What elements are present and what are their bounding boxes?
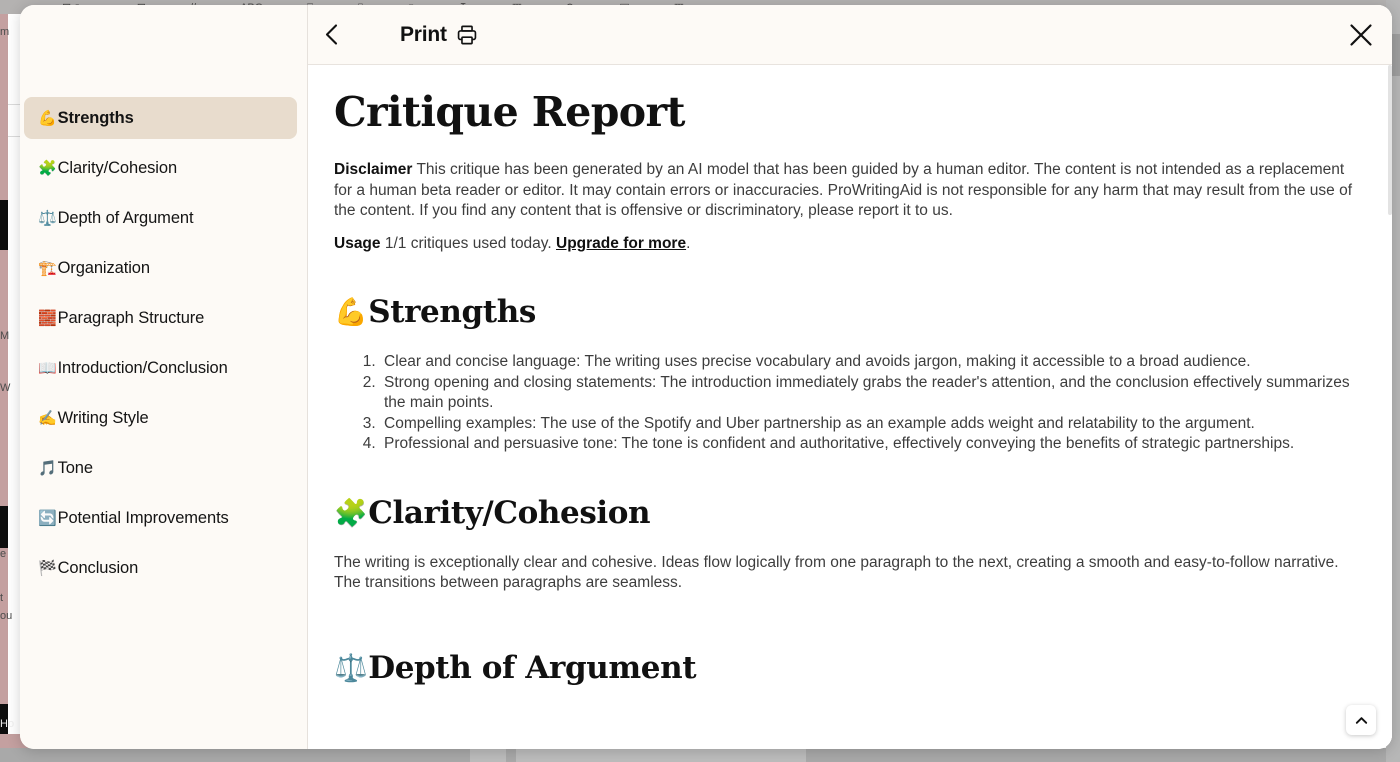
sidebar-item-potential-improvements[interactable]: 🔄Potential Improvements	[24, 497, 297, 539]
sidebar-item-conclusion[interactable]: 🏁Conclusion	[24, 547, 297, 589]
disclaimer-label: Disclaimer	[334, 161, 413, 179]
section-heading-label: Strengths	[368, 294, 536, 331]
background-side-label: W	[0, 382, 11, 394]
critique-report-document: Critique Report Disclaimer This critique…	[308, 65, 1392, 726]
sidebar-item-label: Tone	[57, 459, 93, 477]
critique-report-modal: 💪Strengths 🧩Clarity/Cohesion ⚖️Depth of …	[20, 5, 1392, 749]
sidebar-item-label: Potential Improvements	[57, 509, 229, 527]
usage-paragraph: Usage 1/1 critiques used today. Upgrade …	[334, 234, 1354, 255]
background-side-label: e	[0, 548, 7, 560]
critique-section-sidebar: 💪Strengths 🧩Clarity/Cohesion ⚖️Depth of …	[20, 5, 308, 749]
balance-scale-icon: ⚖️	[334, 652, 368, 684]
balance-scale-icon: ⚖️	[38, 209, 57, 227]
brick-icon: 🧱	[38, 309, 57, 327]
sidebar-item-label: Paragraph Structure	[57, 309, 205, 327]
section-heading-label: Clarity/Cohesion	[368, 494, 651, 531]
section-heading-depth-of-argument: ⚖️ Depth of Argument	[334, 650, 1354, 686]
sidebar-item-organization[interactable]: 🏗️Organization	[24, 247, 297, 289]
muscle-icon: 💪	[334, 297, 368, 329]
close-button[interactable]	[1344, 18, 1378, 52]
upgrade-link[interactable]: Upgrade for more	[556, 235, 686, 252]
sidebar-item-label: Depth of Argument	[57, 209, 194, 227]
background-side-label: ou	[0, 610, 13, 622]
writing-hand-icon: ✍️	[38, 409, 57, 427]
strengths-list: Clear and concise language: The writing …	[380, 352, 1354, 455]
sidebar-item-label: Strengths	[57, 109, 134, 127]
usage-label: Usage	[334, 234, 381, 252]
sidebar-item-paragraph-structure[interactable]: 🧱Paragraph Structure	[24, 297, 297, 339]
sidebar-item-clarity-cohesion[interactable]: 🧩Clarity/Cohesion	[24, 147, 297, 189]
refresh-icon: 🔄	[38, 509, 57, 527]
background-status-bar	[0, 748, 1400, 762]
document-scrollbar[interactable]	[1388, 65, 1392, 749]
chequered-flag-icon: 🏁	[38, 559, 57, 577]
scroll-to-top-button[interactable]	[1346, 705, 1376, 735]
background-side-label: t	[0, 592, 4, 604]
page-title: Print	[400, 22, 447, 46]
clarity-cohesion-body: The writing is exceptionally clear and c…	[334, 553, 1339, 592]
disclaimer-paragraph: Disclaimer This critique has been genera…	[334, 160, 1354, 222]
background-side-label: Ho	[0, 718, 15, 730]
sidebar-item-introduction-conclusion[interactable]: 📖Introduction/Conclusion	[24, 347, 297, 389]
puzzle-piece-icon: 🧩	[334, 497, 368, 529]
sidebar-item-writing-style[interactable]: ✍️Writing Style	[24, 397, 297, 439]
sidebar-item-tone[interactable]: 🎵Tone	[24, 447, 297, 489]
crane-icon: 🏗️	[38, 259, 57, 277]
sidebar-item-label: Clarity/Cohesion	[57, 159, 178, 177]
disclaimer-text: This critique has been generated by an A…	[334, 161, 1353, 220]
sidebar-item-label: Introduction/Conclusion	[57, 359, 228, 377]
sidebar-item-label: Writing Style	[57, 409, 149, 427]
section-heading-clarity-cohesion: 🧩 Clarity/Cohesion	[334, 495, 1354, 531]
document-scrollbar-thumb[interactable]	[1388, 65, 1392, 215]
modal-content-pane: Print Critique Report Disclaimer This cr…	[308, 5, 1392, 749]
document-scroll-area[interactable]: Critique Report Disclaimer This critique…	[308, 65, 1392, 749]
section-heading-label: Depth of Argument	[368, 649, 697, 686]
section-heading-strengths: 💪 Strengths	[334, 294, 1354, 330]
sidebar-item-label: Organization	[57, 259, 150, 277]
list-item: Strong opening and closing statements: T…	[380, 373, 1354, 414]
sidebar-item-depth-of-argument[interactable]: ⚖️Depth of Argument	[24, 197, 297, 239]
list-item: Compelling examples: The use of the Spot…	[380, 414, 1354, 435]
back-button[interactable]	[314, 18, 348, 52]
music-note-icon: 🎵	[38, 459, 57, 477]
background-left-rail	[0, 14, 8, 752]
background-side-label: m	[0, 26, 10, 38]
list-item: Clear and concise language: The writing …	[380, 352, 1354, 373]
puzzle-piece-icon: 🧩	[38, 159, 57, 177]
sidebar-item-label: Conclusion	[57, 559, 139, 577]
sidebar-item-strengths[interactable]: 💪Strengths	[24, 97, 297, 139]
usage-text: 1/1 critiques used today.	[380, 234, 557, 252]
list-item: Professional and persuasive tone: The to…	[380, 434, 1354, 455]
background-side-label: M	[0, 330, 10, 342]
open-book-icon: 📖	[38, 359, 57, 377]
modal-title-group: Print	[400, 23, 478, 47]
muscle-icon: 💪	[38, 109, 57, 127]
report-title: Critique Report	[334, 88, 685, 136]
modal-header: Print	[308, 5, 1392, 65]
printer-icon[interactable]	[456, 24, 478, 46]
usage-suffix: .	[686, 234, 691, 252]
